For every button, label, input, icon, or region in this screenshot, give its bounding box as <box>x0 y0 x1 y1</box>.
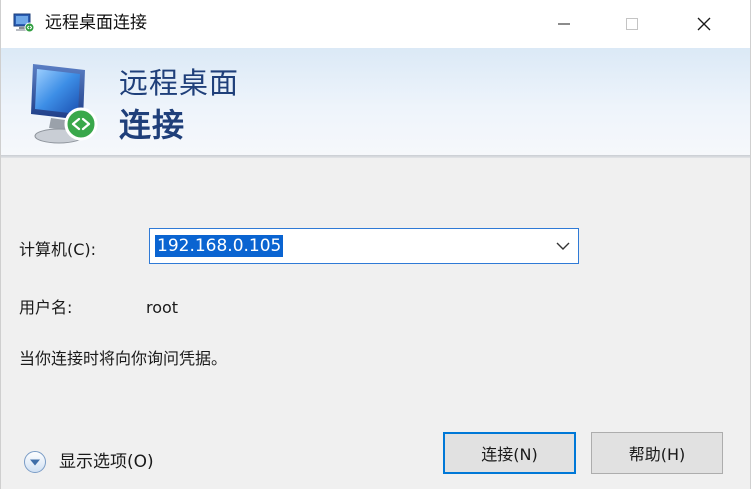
maximize-button[interactable] <box>609 0 655 48</box>
close-button[interactable] <box>681 0 727 48</box>
monitor-connection-icon <box>31 64 98 144</box>
chevron-down-icon[interactable] <box>556 240 570 252</box>
computer-combobox[interactable]: 192.168.0.105 <box>149 228 579 264</box>
show-options-toggle[interactable]: 显示选项(O) <box>23 450 154 474</box>
computer-label: 计算机(C): <box>19 240 97 259</box>
banner-title-line1: 远程桌面 <box>119 66 240 100</box>
minimize-button[interactable] <box>541 0 587 48</box>
credentials-note: 当你连接时将向你询问凭据。 <box>19 349 228 368</box>
maximize-icon <box>626 18 638 30</box>
expand-circle-icon[interactable] <box>23 450 47 474</box>
remote-desktop-window: 远程桌面连接 远程桌面 连接 计算机(C): 192.168.0.105 用户名… <box>0 0 751 489</box>
show-options-label[interactable]: 显示选项(O) <box>59 451 154 473</box>
dialog-body: 计算机(C): 192.168.0.105 用户名: root 当你连接时将向你… <box>1 158 750 489</box>
remote-desktop-app-icon <box>13 13 35 33</box>
window-title: 远程桌面连接 <box>45 13 147 33</box>
username-value: root <box>146 298 179 317</box>
title-bar[interactable]: 远程桌面连接 <box>1 0 750 48</box>
close-icon <box>697 17 711 31</box>
banner-title-line2: 连接 <box>119 106 186 144</box>
connect-button[interactable]: 连接(N) <box>443 432 576 474</box>
minimize-icon <box>558 23 570 25</box>
header-banner: 远程桌面 连接 <box>1 48 750 156</box>
computer-input[interactable]: 192.168.0.105 <box>155 235 284 257</box>
username-label: 用户名: <box>19 298 73 317</box>
help-button[interactable]: 帮助(H) <box>591 432 723 474</box>
